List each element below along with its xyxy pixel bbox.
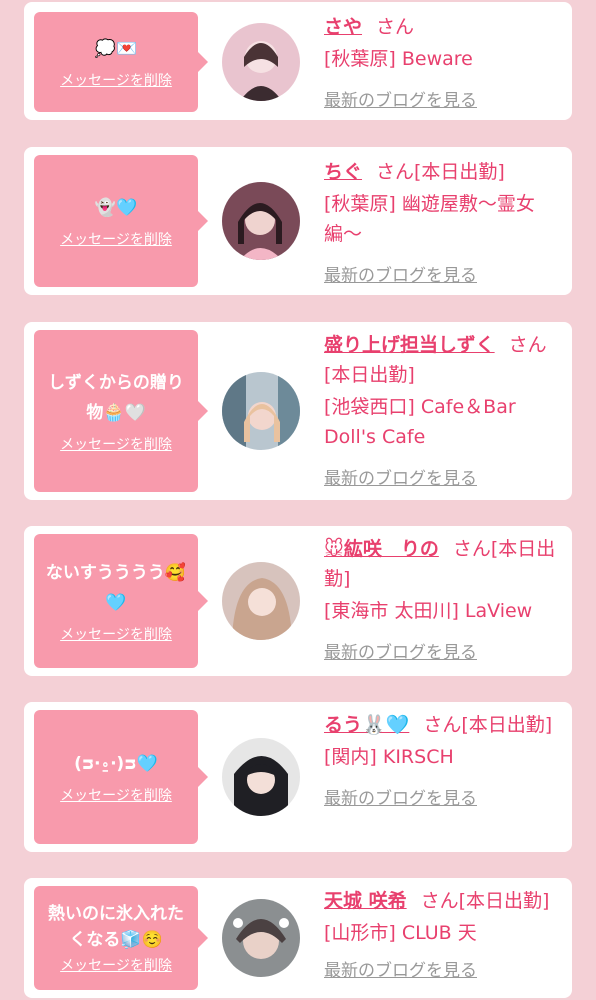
avatar-image — [222, 562, 300, 640]
cast-suffix: さん[本日出勤] — [376, 161, 505, 183]
cast-name-link[interactable]: さや — [324, 16, 362, 38]
message-text: 👻🩵 — [94, 198, 138, 218]
avatar[interactable] — [222, 372, 300, 450]
cast-info: ちぐ さん[本日出勤] [秋葉原] 幽遊屋敷〜霊女編〜 最新のブログを見る — [324, 157, 560, 291]
avatar-image — [222, 23, 300, 101]
delete-message-link[interactable]: メッセージを削除 — [60, 229, 172, 249]
message-list: 💭💌 メッセージを削除 さや さん [秋葉原] Beware 最新のブログを見る … — [0, 0, 596, 1000]
delete-message-link[interactable]: メッセージを削除 — [60, 434, 172, 454]
delete-message-link[interactable]: メッセージを削除 — [60, 624, 172, 644]
delete-message-link[interactable]: メッセージを削除 — [60, 955, 172, 975]
shop-name: [秋葉原] Beware — [324, 48, 473, 70]
message-card: 👻🩵 メッセージを削除 ちぐ さん[本日出勤] [秋葉原] 幽遊屋敷〜霊女編〜 最… — [24, 147, 572, 295]
latest-blog-link[interactable]: 最新のブログを見る — [324, 464, 560, 494]
message-bubble: しずくからの贈り物🧁🤍 メッセージを削除 — [34, 330, 208, 492]
cast-suffix: さん — [376, 16, 415, 38]
delete-message-link[interactable]: メッセージを削除 — [60, 785, 172, 805]
avatar[interactable] — [222, 182, 300, 260]
avatar-image — [222, 182, 300, 260]
cast-info: さや さん [秋葉原] Beware 最新のブログを見る — [324, 12, 560, 116]
shop-name: [池袋西口] Cafe＆Bar Doll's Cafe — [324, 396, 516, 448]
cast-name-link[interactable]: るう🐰🩵 — [324, 714, 409, 736]
latest-blog-link[interactable]: 最新のブログを見る — [324, 956, 560, 986]
message-bubble: 👻🩵 メッセージを削除 — [34, 155, 208, 287]
message-card: ないすうううう🥰🩵 メッセージを削除 🐭紘咲 りの さん[本日出勤] [東海市 太… — [24, 526, 572, 676]
delete-message-link[interactable]: メッセージを削除 — [60, 70, 172, 90]
message-bubble: (ᴝ‧⍛‧)ᴝ🩵 メッセージを削除 — [34, 710, 208, 844]
message-card: しずくからの贈り物🧁🤍 メッセージを削除 盛り上げ担当しずく さん[本日出勤] [… — [24, 322, 572, 500]
message-text: (ᴝ‧⍛‧)ᴝ🩵 — [74, 754, 158, 774]
cast-info: 盛り上げ担当しずく さん[本日出勤] [池袋西口] Cafe＆Bar Doll's… — [324, 330, 560, 494]
avatar-image — [222, 738, 300, 816]
shop-name: [関内] KIRSCH — [324, 746, 454, 768]
latest-blog-link[interactable]: 最新のブログを見る — [324, 86, 560, 116]
latest-blog-link[interactable]: 最新のブログを見る — [324, 638, 560, 668]
cast-name-link[interactable]: 盛り上げ担当しずく — [324, 334, 495, 356]
message-bubble: ないすうううう🥰🩵 メッセージを削除 — [34, 534, 208, 668]
cast-name-link[interactable]: 🐭紘咲 りの — [324, 538, 439, 560]
avatar[interactable] — [222, 738, 300, 816]
avatar-image — [222, 899, 300, 977]
shop-name: [山形市] CLUB 天 — [324, 922, 477, 944]
avatar[interactable] — [222, 562, 300, 640]
cast-name-link[interactable]: ちぐ — [324, 161, 362, 183]
avatar-image — [222, 372, 300, 450]
shop-name: [東海市 太田川] LaView — [324, 600, 533, 622]
cast-info: 天城 咲希 さん[本日出勤] [山形市] CLUB 天 最新のブログを見る — [324, 886, 560, 986]
cast-info: 🐭紘咲 りの さん[本日出勤] [東海市 太田川] LaView 最新のブログを見… — [324, 534, 560, 668]
message-bubble: 熱いのに氷入れたくなる🧊☺️ メッセージを削除 — [34, 886, 208, 990]
message-text: しずくからの贈り物🧁🤍 — [48, 373, 184, 423]
message-card: 熱いのに氷入れたくなる🧊☺️ メッセージを削除 天城 咲希 さん[本日出勤] [山… — [24, 878, 572, 998]
latest-blog-link[interactable]: 最新のブログを見る — [324, 261, 560, 291]
message-text: ないすうううう🥰🩵 — [45, 563, 187, 613]
message-card: (ᴝ‧⍛‧)ᴝ🩵 メッセージを削除 るう🐰🩵 さん[本日出勤] [関内] KIRS… — [24, 702, 572, 852]
avatar[interactable] — [222, 23, 300, 101]
cast-info: るう🐰🩵 さん[本日出勤] [関内] KIRSCH 最新のブログを見る — [324, 710, 560, 814]
message-text: 💭💌 — [94, 39, 138, 59]
message-bubble: 💭💌 メッセージを削除 — [34, 12, 208, 112]
cast-suffix: さん[本日出勤] — [420, 890, 550, 912]
shop-name: [秋葉原] 幽遊屋敷〜霊女編〜 — [324, 193, 535, 245]
message-text: 熱いのに氷入れたくなる🧊☺️ — [48, 904, 184, 950]
cast-suffix: さん[本日出勤] — [423, 714, 553, 736]
message-card: 💭💌 メッセージを削除 さや さん [秋葉原] Beware 最新のブログを見る — [24, 2, 572, 120]
cast-name-link[interactable]: 天城 咲希 — [324, 890, 407, 912]
avatar[interactable] — [222, 899, 300, 977]
latest-blog-link[interactable]: 最新のブログを見る — [324, 784, 560, 814]
